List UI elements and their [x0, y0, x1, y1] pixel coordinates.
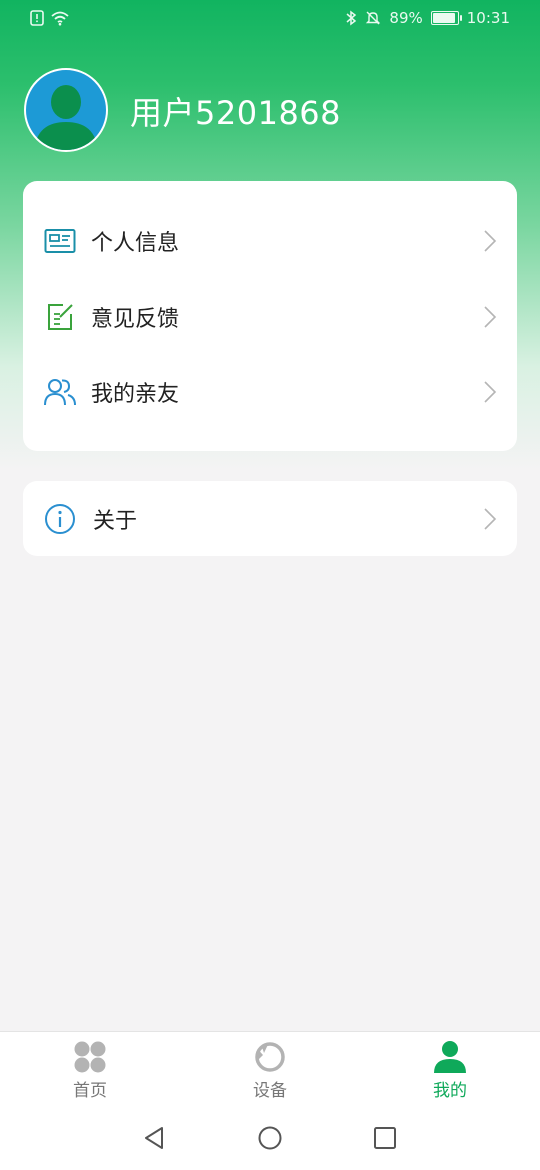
- friends-icon: [43, 375, 77, 409]
- bell-muted-icon: [366, 11, 381, 25]
- menu-item-friends[interactable]: 我的亲友: [23, 362, 517, 422]
- chevron-right-icon: [484, 508, 497, 530]
- menu-item-feedback[interactable]: 意见反馈: [23, 287, 517, 347]
- person-silhouette-icon: [34, 85, 98, 150]
- avatar[interactable]: [24, 68, 108, 152]
- about-card: 关于: [23, 481, 517, 556]
- system-nav-bar: [0, 1106, 540, 1170]
- bluetooth-icon: [346, 10, 357, 26]
- status-bar: 89% 10:31: [0, 0, 540, 38]
- tab-label: 我的: [433, 1081, 467, 1101]
- back-triangle-icon[interactable]: [141, 1124, 169, 1152]
- tab-mine[interactable]: 我的: [390, 1032, 510, 1107]
- wifi-icon: [51, 11, 69, 26]
- battery-icon: [430, 11, 462, 25]
- menu-item-label: 意见反馈: [91, 307, 180, 332]
- info-icon: [43, 502, 77, 536]
- clock: 10:31: [466, 9, 510, 27]
- alert-sim-icon: [30, 10, 44, 26]
- menu-item-personal-info[interactable]: 个人信息: [23, 211, 517, 271]
- chevron-right-icon: [484, 230, 497, 252]
- menu-card: 个人信息 意见反馈 我的亲友: [23, 181, 517, 451]
- battery-percent: 89%: [389, 9, 423, 27]
- tab-label: 设备: [253, 1081, 287, 1101]
- menu-item-label: 个人信息: [91, 231, 180, 256]
- bottom-nav: 首页 设备 我的: [0, 1031, 540, 1107]
- chevron-right-icon: [484, 306, 497, 328]
- id-card-icon: [43, 224, 77, 258]
- tab-label: 首页: [73, 1081, 107, 1101]
- tab-home[interactable]: 首页: [30, 1032, 150, 1107]
- chevron-right-icon: [484, 381, 497, 403]
- home-clover-icon: [74, 1041, 106, 1073]
- menu-item-label: 关于: [93, 509, 138, 534]
- menu-item-about[interactable]: 关于: [23, 489, 517, 549]
- username: 用户5201868: [130, 94, 342, 132]
- tab-device[interactable]: 设备: [210, 1032, 330, 1107]
- person-icon: [434, 1041, 466, 1073]
- device-ring-icon: [255, 1042, 285, 1072]
- feedback-edit-icon: [43, 300, 77, 334]
- home-circle-icon[interactable]: [256, 1124, 284, 1152]
- recents-square-icon[interactable]: [371, 1124, 399, 1152]
- menu-item-label: 我的亲友: [91, 382, 180, 407]
